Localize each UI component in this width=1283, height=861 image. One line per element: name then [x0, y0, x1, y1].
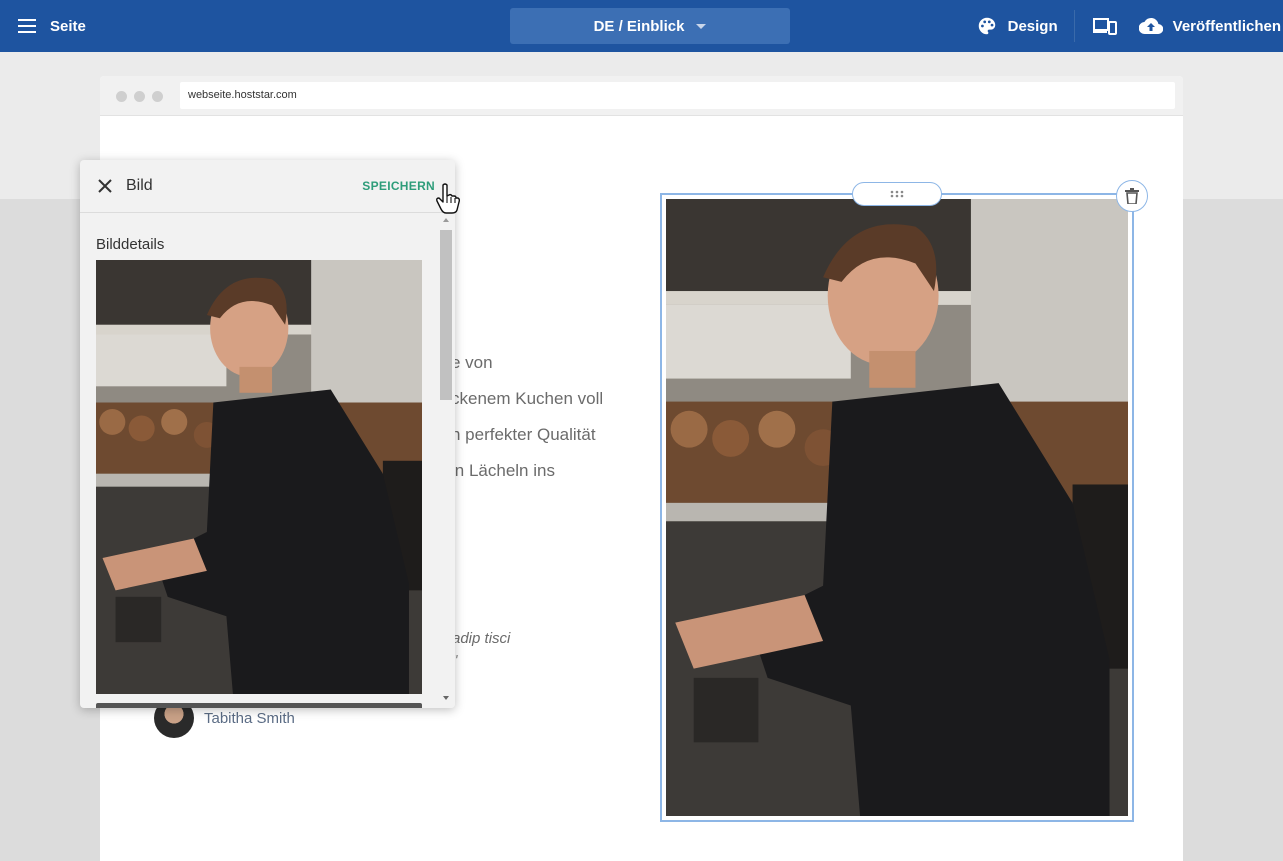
- trash-icon: [1125, 188, 1139, 204]
- cloud-upload-icon: [1138, 17, 1163, 35]
- panel-header: Bild SPEICHERN: [80, 160, 455, 213]
- barista-photo: [666, 199, 1128, 816]
- drag-dots-icon: [890, 190, 904, 198]
- palette-icon: [978, 17, 995, 35]
- publish-button[interactable]: Veröffentlichen: [1129, 17, 1283, 35]
- devices-icon: [1092, 18, 1117, 35]
- author-name[interactable]: Tabitha Smith: [204, 710, 295, 727]
- body-text-line[interactable]: in Lächeln ins: [451, 461, 555, 481]
- page-menu-button[interactable]: Seite: [18, 0, 86, 52]
- body-text-line[interactable]: ckenem Kuchen voll: [451, 389, 603, 409]
- window-dot: [152, 91, 163, 102]
- language-page-label: DE / Einblick: [593, 17, 685, 35]
- scroll-up-arrow-icon[interactable]: [443, 218, 449, 222]
- body-text-line[interactable]: e von: [451, 353, 493, 373]
- image-settings-panel: Bild SPEICHERN Bilddetails: [80, 160, 455, 708]
- panel-next-section: [96, 703, 422, 708]
- body-text-line[interactable]: n perfekter Qualität: [451, 425, 596, 445]
- window-dot: [116, 91, 127, 102]
- image-preview[interactable]: [96, 260, 422, 694]
- hamburger-menu-icon: [18, 19, 36, 33]
- window-dot: [134, 91, 145, 102]
- chevron-down-icon: [696, 23, 707, 29]
- page-label: Seite: [50, 17, 86, 35]
- device-preview-button[interactable]: [1081, 0, 1129, 52]
- testimonial-quote[interactable]: adip tisci: [452, 630, 510, 647]
- selected-image-block[interactable]: [660, 193, 1134, 822]
- delete-block-button[interactable]: [1116, 180, 1148, 212]
- scroll-down-arrow-icon[interactable]: [443, 696, 449, 700]
- hand-cursor-icon: [436, 183, 460, 214]
- close-icon[interactable]: [96, 177, 114, 195]
- drag-handle[interactable]: [852, 182, 942, 206]
- language-page-selector[interactable]: DE / Einblick: [510, 8, 790, 44]
- browser-address-bar: webseite.hoststar.com: [100, 76, 1183, 116]
- image-details-heading: Bilddetails: [96, 236, 165, 253]
- design-label: Design: [1007, 17, 1058, 35]
- panel-title: Bild: [126, 177, 153, 194]
- url-field: webseite.hoststar.com: [180, 82, 1175, 109]
- save-button[interactable]: SPEICHERN: [362, 179, 435, 193]
- scrollbar-thumb[interactable]: [440, 230, 452, 400]
- publish-label: Veröffentlichen: [1172, 17, 1281, 35]
- top-bar: Seite DE / Einblick Design Veröffentlich…: [0, 0, 1283, 52]
- divider: [1073, 10, 1075, 42]
- design-button[interactable]: Design: [976, 15, 1074, 37]
